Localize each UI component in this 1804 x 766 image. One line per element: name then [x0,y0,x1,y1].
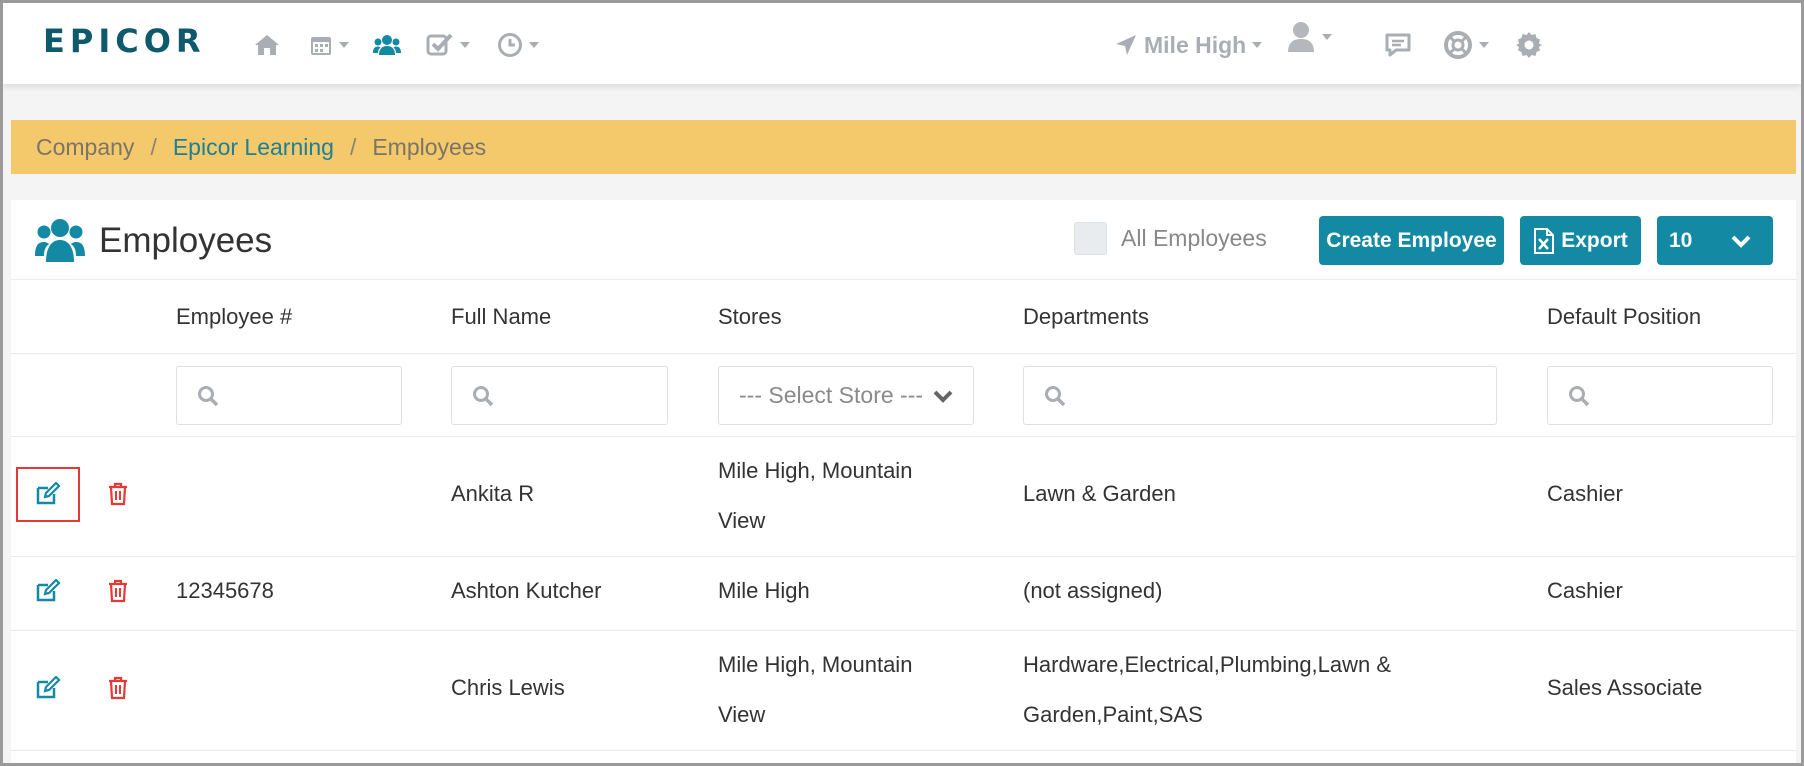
breadcrumb: Company / Epicor Learning / Employees [11,120,1796,174]
excel-file-icon [1534,227,1555,254]
search-icon [1045,385,1066,406]
divider [11,353,1796,354]
position-cell: Sales Associate [1547,675,1703,700]
column-header-departments[interactable]: Departments [1023,304,1149,330]
search-icon [198,385,219,406]
page-size-select[interactable]: 10 [1657,216,1773,265]
all-employees-checkbox[interactable] [1074,222,1107,255]
stores-cell-line2: View [718,702,766,727]
stores-cell-line2: View [718,508,766,533]
stores-cell-line1: Mile High [718,578,810,603]
divider [11,556,1796,557]
top-navbar: EPICOR Mile High [3,3,1801,84]
page-size-value: 10 [1669,228,1693,252]
clock-icon[interactable] [497,29,539,61]
epicor-logo[interactable]: EPICOR [43,22,235,65]
gear-icon[interactable] [1515,29,1543,61]
user-icon [1288,22,1314,52]
logo-wordmark: EPICOR [43,22,206,60]
column-header-full-name[interactable]: Full Name [451,304,551,330]
chevron-down-icon [1322,34,1332,40]
position-cell: Cashier [1547,578,1623,603]
breadcrumb-employees: Employees [372,133,487,160]
column-header-default-position[interactable]: Default Position [1547,304,1701,330]
stores-cell-line1: Mile High, Mountain [718,652,913,677]
edit-icon[interactable] [35,481,61,507]
tasks-icon[interactable] [426,29,470,61]
search-icon [473,385,494,406]
full-name-cell: Ashton Kutcher [451,578,602,603]
chevron-down-icon [933,390,953,403]
column-header-stores[interactable]: Stores [718,304,782,330]
location-menu[interactable]: Mile High [1114,29,1263,61]
panel-header: Employees All Employees Create Employee … [11,200,1796,280]
comment-icon[interactable] [1384,29,1412,61]
departments-cell: (not assigned) [1023,578,1163,603]
employee-no-cell: 12345678 [176,578,274,603]
full-name-cell: Ankita R [451,481,535,506]
column-header-employee-no[interactable]: Employee # [176,304,292,330]
breadcrumb-epicor-learning[interactable]: Epicor Learning [173,134,334,161]
all-employees-label: All Employees [1121,225,1267,251]
departments-cell: Lawn & Garden [1023,481,1176,506]
divider [11,436,1796,437]
trash-icon[interactable] [105,675,131,701]
store-select[interactable]: --- Select Store --- [718,366,974,425]
export-button[interactable]: Export [1520,216,1641,265]
default-position-filter[interactable] [1547,366,1773,425]
full-name-filter[interactable] [451,366,668,425]
store-select-placeholder: --- Select Store --- [739,382,924,408]
employees-panel: Employees All Employees Create Employee … [11,200,1796,766]
departments-cell-line2: Garden,Paint,SAS [1023,702,1203,727]
svg-text:EPICOR: EPICOR [43,26,206,56]
breadcrumb-separator: / [150,133,157,160]
create-employee-button[interactable]: Create Employee [1319,216,1504,265]
divider [11,630,1796,631]
calendar-icon[interactable] [309,29,349,61]
breadcrumb-separator: / [349,133,357,160]
breadcrumb-company: Company [36,133,135,160]
help-icon[interactable] [1443,29,1489,61]
divider [11,750,1796,751]
chevron-down-icon [1252,42,1263,48]
location-label: Mile High [1144,31,1247,58]
chevron-down-icon [1731,235,1751,248]
stores-cell-line1: Mile High, Mountain [718,458,913,483]
employee-no-filter[interactable] [176,366,402,425]
users-icon [35,219,85,262]
search-icon [1569,385,1590,406]
users-icon[interactable] [373,29,401,61]
trash-icon[interactable] [105,481,131,507]
panel-title-text: Employees [99,221,273,260]
trash-icon[interactable] [105,578,131,604]
page-title: Employees [35,214,272,268]
export-label: Export [1561,228,1628,252]
position-cell: Cashier [1547,481,1623,506]
edit-icon[interactable] [35,675,61,701]
home-icon[interactable] [253,29,281,61]
location-arrow-icon [1116,35,1136,55]
user-menu[interactable] [1286,21,1332,53]
all-employees-toggle[interactable]: All Employees [1074,222,1267,255]
edit-icon[interactable] [35,578,61,604]
departments-filter[interactable] [1023,366,1497,425]
departments-cell-line1: Hardware,Electrical,Plumbing,Lawn & [1023,652,1392,677]
full-name-cell: Chris Lewis [451,675,565,700]
